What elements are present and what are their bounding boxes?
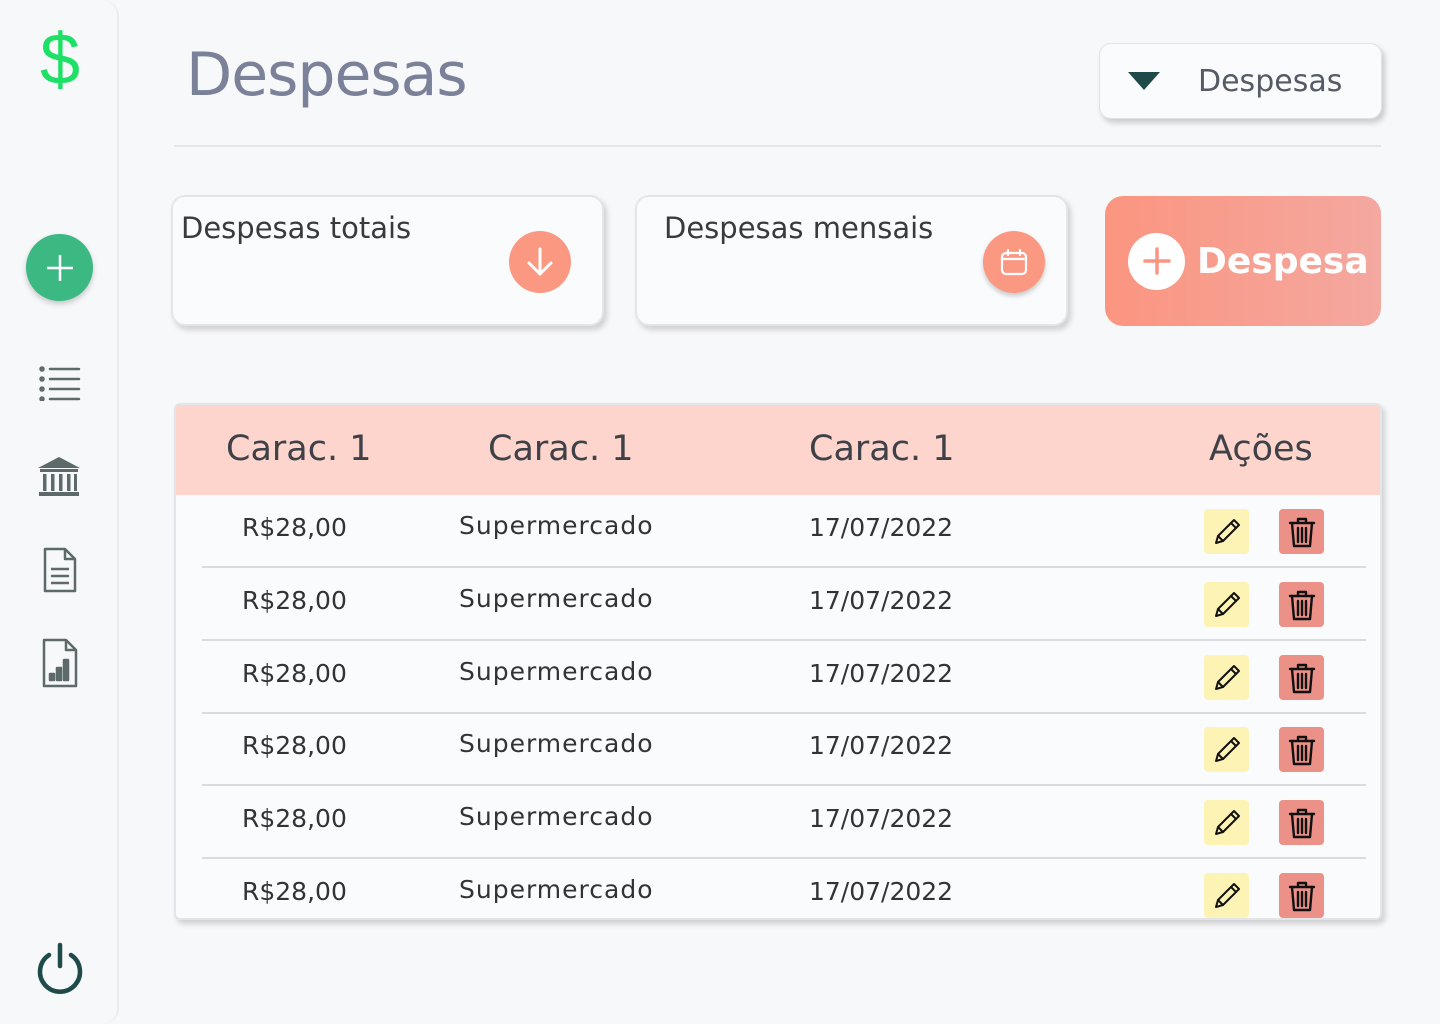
bank-icon[interactable] <box>36 454 82 500</box>
edit-button[interactable] <box>1204 873 1249 918</box>
delete-button[interactable] <box>1279 873 1324 918</box>
cell-date: 17/07/2022 <box>809 731 954 760</box>
edit-button[interactable] <box>1204 509 1249 554</box>
cell-category: Supermercado <box>459 875 654 904</box>
trash-icon <box>1287 806 1317 840</box>
category-dropdown[interactable]: Despesas <box>1099 43 1382 119</box>
cell-date: 17/07/2022 <box>809 804 954 833</box>
column-header: Carac. 1 <box>488 429 634 469</box>
trash-icon <box>1287 515 1317 549</box>
trash-icon <box>1287 733 1317 767</box>
header-divider <box>174 145 1381 147</box>
document-icon[interactable] <box>38 544 82 596</box>
logo-symbol: $ <box>39 20 81 100</box>
cell-category: Supermercado <box>459 584 654 613</box>
pencil-icon <box>1210 588 1244 622</box>
cell-category: Supermercado <box>459 657 654 686</box>
add-expense-label: Despesa <box>1197 240 1369 282</box>
trash-icon <box>1287 879 1317 913</box>
monthly-expenses-card: Despesas mensais <box>635 195 1068 326</box>
pencil-icon <box>1210 879 1244 913</box>
table-row: R$28,00 Supermercado 17/07/2022 <box>202 495 1366 568</box>
delete-button[interactable] <box>1279 800 1324 845</box>
column-header: Carac. 1 <box>226 429 372 469</box>
cell-category: Supermercado <box>459 802 654 831</box>
cell-amount: R$28,00 <box>242 513 347 542</box>
edit-button[interactable] <box>1204 655 1249 700</box>
edit-button[interactable] <box>1204 800 1249 845</box>
cell-amount: R$28,00 <box>242 804 347 833</box>
sidebar: $ <box>0 0 119 1024</box>
table-row: R$28,00 Supermercado 17/07/2022 <box>202 859 1366 918</box>
trash-icon <box>1287 588 1317 622</box>
cell-date: 17/07/2022 <box>809 877 954 906</box>
dropdown-value: Despesas <box>1198 63 1343 99</box>
add-expense-button[interactable]: Despesa <box>1105 196 1381 326</box>
table-row: R$28,00 Supermercado 17/07/2022 <box>202 713 1366 786</box>
trash-icon <box>1287 661 1317 695</box>
pencil-icon <box>1210 806 1244 840</box>
table-row: R$28,00 Supermercado 17/07/2022 <box>202 641 1366 714</box>
card-title: Despesas totais <box>181 211 412 245</box>
cell-amount: R$28,00 <box>242 586 347 615</box>
calendar-icon <box>983 231 1045 293</box>
plus-icon <box>1128 232 1185 290</box>
delete-button[interactable] <box>1279 655 1324 700</box>
cell-amount: R$28,00 <box>242 877 347 906</box>
delete-button[interactable] <box>1279 509 1324 554</box>
cell-category: Supermercado <box>459 729 654 758</box>
column-header: Carac. 1 <box>809 429 955 469</box>
report-icon[interactable] <box>38 636 82 690</box>
dollar-logo-icon: $ <box>30 20 90 100</box>
cell-date: 17/07/2022 <box>809 586 954 615</box>
list-icon[interactable] <box>37 360 83 406</box>
edit-button[interactable] <box>1204 582 1249 627</box>
total-expenses-card: Despesas totais <box>171 195 604 326</box>
page-title: Despesas <box>186 40 468 110</box>
edit-button[interactable] <box>1204 727 1249 772</box>
cell-amount: R$28,00 <box>242 659 347 688</box>
pencil-icon <box>1210 733 1244 767</box>
table-row: R$28,00 Supermercado 17/07/2022 <box>202 786 1366 859</box>
pencil-icon <box>1210 515 1244 549</box>
cell-category: Supermercado <box>459 511 654 540</box>
table-row: R$28,00 Supermercado 17/07/2022 <box>202 568 1366 641</box>
column-header-actions: Ações <box>1209 429 1313 469</box>
card-title: Despesas mensais <box>664 211 934 245</box>
power-icon[interactable] <box>34 940 86 996</box>
cell-date: 17/07/2022 <box>809 513 954 542</box>
expenses-table: Carac. 1 Carac. 1 Carac. 1 Ações R$28,00… <box>174 403 1382 920</box>
triangle-down-icon <box>1128 72 1160 90</box>
table-header: Carac. 1 Carac. 1 Carac. 1 Ações <box>176 405 1380 495</box>
cell-amount: R$28,00 <box>242 731 347 760</box>
cell-date: 17/07/2022 <box>809 659 954 688</box>
delete-button[interactable] <box>1279 727 1324 772</box>
arrow-down-icon <box>509 231 571 293</box>
pencil-icon <box>1210 661 1244 695</box>
add-icon[interactable] <box>26 234 93 301</box>
delete-button[interactable] <box>1279 582 1324 627</box>
